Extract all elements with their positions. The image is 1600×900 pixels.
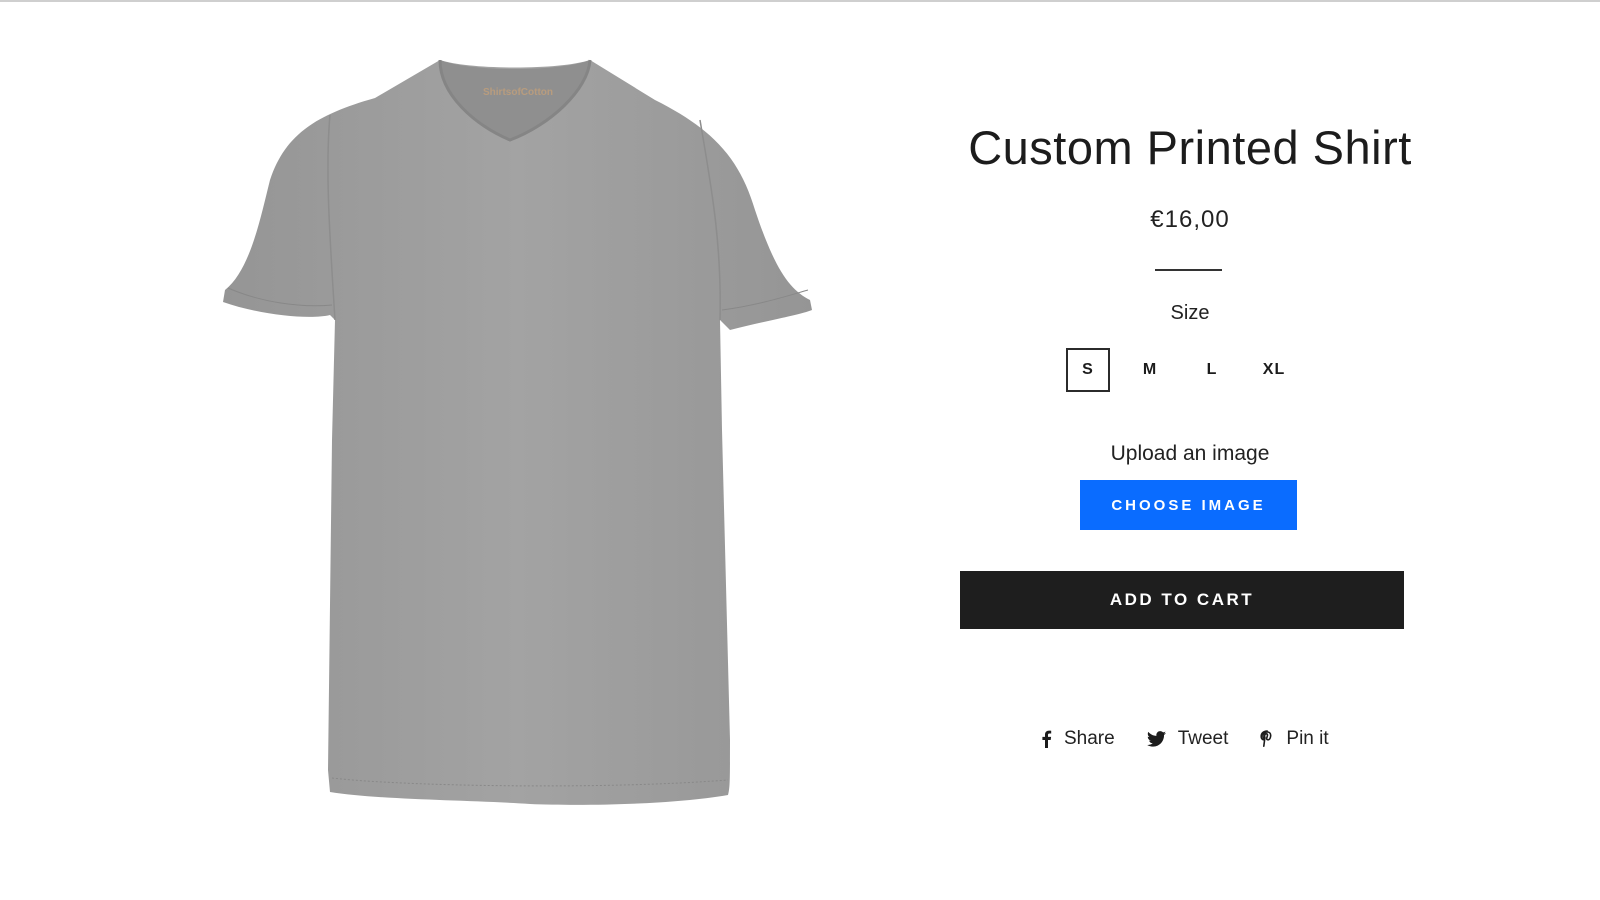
shirt-brand-label: ShirtsofCotton xyxy=(483,87,553,98)
pinterest-icon xyxy=(1260,730,1272,747)
share-facebook-link[interactable]: Share xyxy=(1040,728,1115,750)
share-twitter-label: Tweet xyxy=(1177,728,1229,749)
share-pinterest-link[interactable]: Pin it xyxy=(1260,728,1329,750)
product-title: Custom Printed Shirt xyxy=(968,121,1412,174)
share-pinterest-label: Pin it xyxy=(1286,728,1329,749)
shirt-body xyxy=(223,60,812,805)
size-option-l[interactable]: L xyxy=(1190,348,1234,392)
social-share: Share Tweet Pin it xyxy=(1040,728,1329,750)
product-price: €16,00 xyxy=(1150,206,1230,233)
product-image[interactable]: ShirtsofCotton xyxy=(200,40,840,840)
size-option-xl[interactable]: XL xyxy=(1252,348,1296,392)
twitter-icon xyxy=(1146,731,1166,747)
facebook-icon xyxy=(1042,730,1052,748)
share-facebook-label: Share xyxy=(1064,728,1115,749)
size-selector: S M L XL xyxy=(1066,348,1314,392)
size-label: Size xyxy=(1170,302,1210,324)
size-option-m[interactable]: M xyxy=(1128,348,1172,392)
product-details: Custom Printed Shirt €16,00 Size S M L X… xyxy=(950,0,1430,900)
tshirt-image: ShirtsofCotton xyxy=(223,59,812,805)
add-to-cart-button[interactable]: ADD TO CART xyxy=(960,571,1404,629)
size-option-s[interactable]: S xyxy=(1066,348,1110,392)
choose-image-button[interactable]: CHOOSE IMAGE xyxy=(1080,480,1297,530)
price-divider xyxy=(1155,269,1222,271)
upload-label: Upload an image xyxy=(1110,442,1270,465)
share-twitter-link[interactable]: Tweet xyxy=(1146,728,1229,750)
